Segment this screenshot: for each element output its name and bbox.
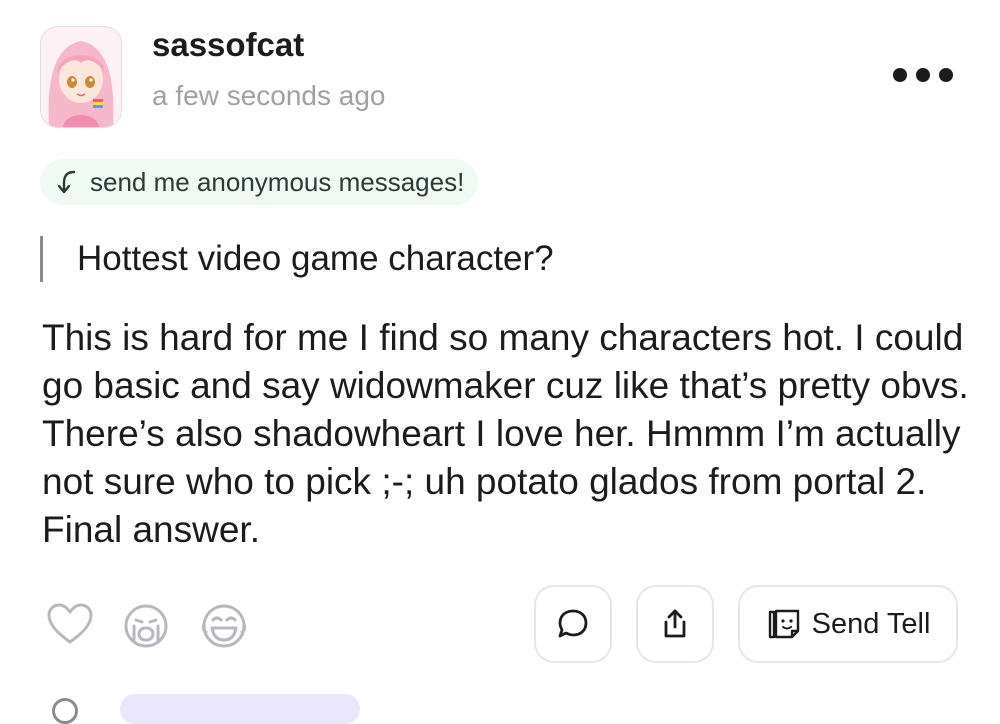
comment-bubble-icon: [558, 609, 588, 638]
comment-button[interactable]: [534, 585, 612, 663]
heart-icon[interactable]: [46, 602, 94, 646]
tell-card-icon: [768, 609, 799, 639]
send-anonymous-messages-button[interactable]: send me anonymous messages!: [40, 159, 479, 205]
post-timestamp: a few seconds ago: [152, 80, 386, 111]
answer-text: This is hard for me I find so many chara…: [42, 317, 969, 550]
laughing-face-icon[interactable]: [200, 602, 248, 650]
share-button[interactable]: [636, 585, 714, 663]
username[interactable]: sassofcat: [152, 26, 304, 64]
more-dot: [939, 68, 953, 82]
reply-arrow-icon: [57, 170, 76, 194]
search-icon[interactable]: [52, 698, 78, 724]
crying-face-icon[interactable]: [122, 602, 170, 650]
send-tell-button[interactable]: Send Tell: [738, 585, 958, 663]
anime-girl-avatar-icon: [41, 27, 121, 127]
avatar[interactable]: [40, 26, 122, 128]
more-options-button[interactable]: [893, 58, 953, 92]
more-dots-icon: [893, 68, 907, 82]
question-text: Hottest video game character?: [40, 236, 554, 282]
more-dot: [916, 68, 930, 82]
share-icon: [664, 609, 686, 638]
anonymous-messages-label: send me anonymous messages!: [90, 166, 465, 197]
send-tell-label: Send Tell: [811, 607, 931, 640]
next-item-pill[interactable]: [120, 694, 360, 724]
